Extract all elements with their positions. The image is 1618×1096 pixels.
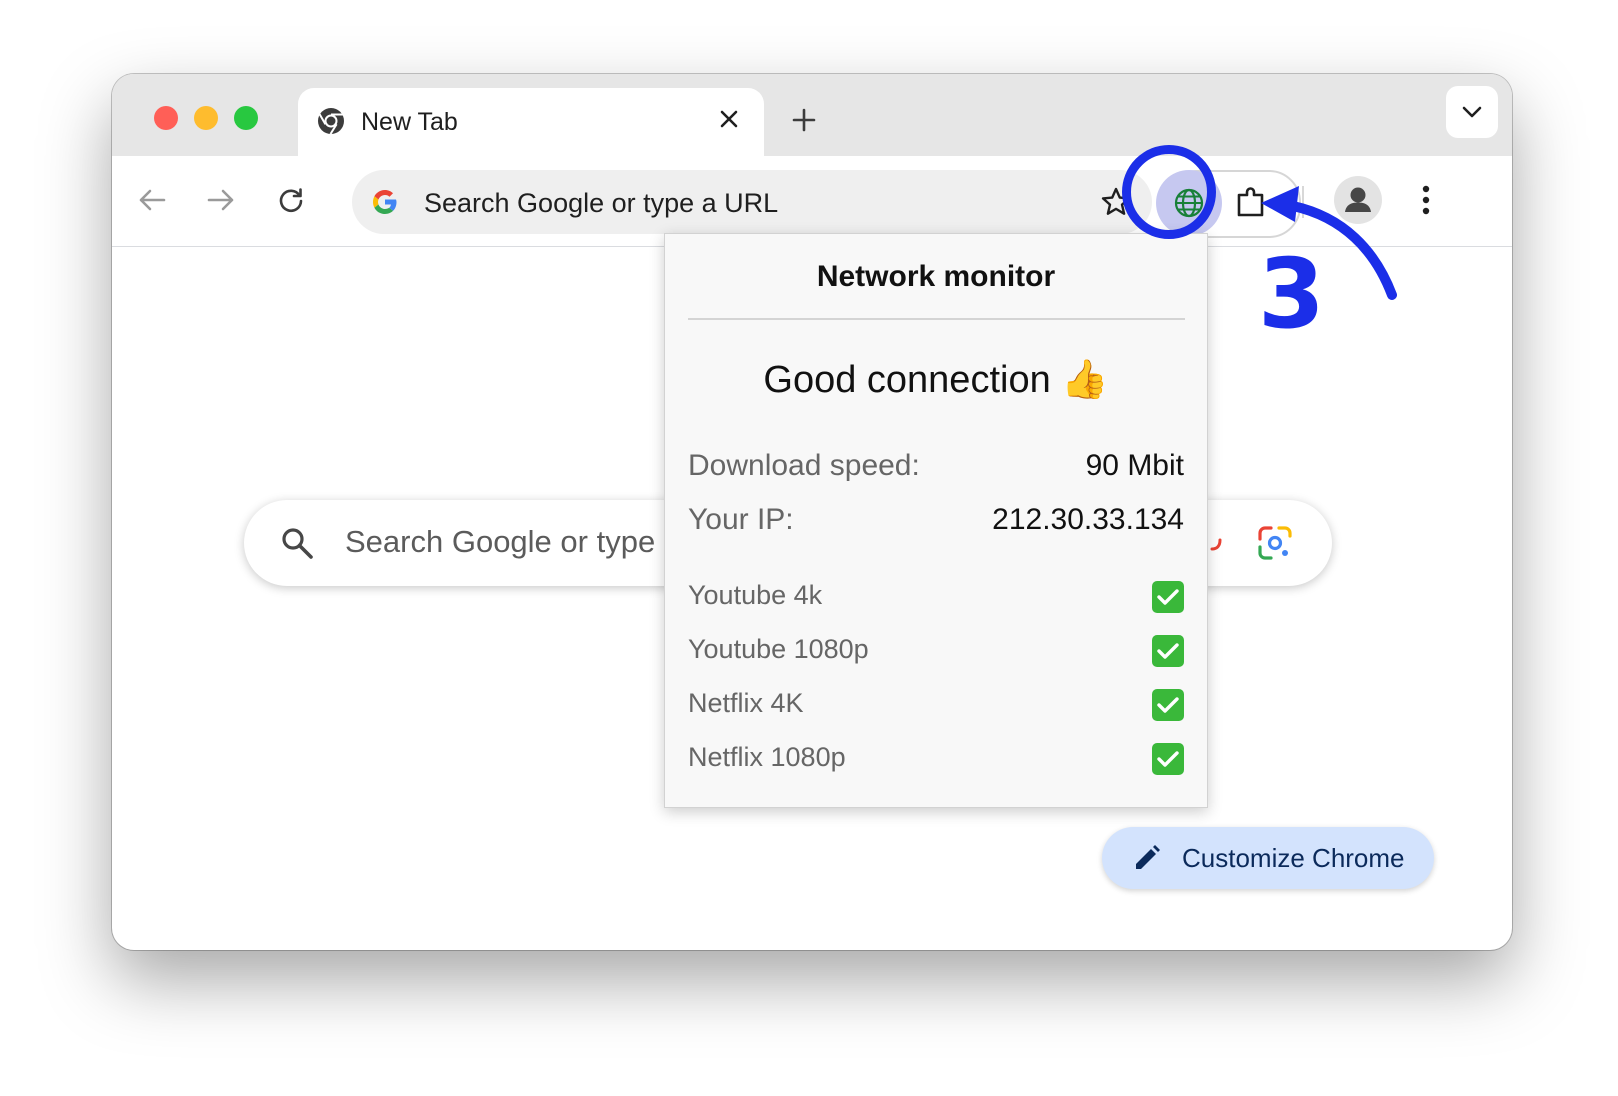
reload-icon — [279, 188, 303, 213]
customize-chrome-label: Customize Chrome — [1182, 843, 1405, 873]
forward-button[interactable] — [199, 178, 243, 222]
service-label: Youtube 4k — [688, 580, 823, 610]
ip-value: 212.30.33.134 — [992, 503, 1184, 536]
tab-strip: New Tab — [112, 74, 1512, 156]
close-icon — [720, 110, 738, 128]
popup-title: Network monitor — [816, 260, 1056, 293]
close-tab-button[interactable] — [712, 102, 746, 136]
pencil-icon — [1136, 845, 1160, 869]
google-g-icon — [373, 190, 397, 214]
back-button[interactable] — [130, 178, 174, 222]
chevron-down-icon — [1462, 106, 1482, 118]
reload-button[interactable] — [269, 178, 313, 222]
check-icon — [1152, 581, 1184, 613]
more-vert-icon — [1422, 185, 1430, 215]
annotation-highlight-ring — [1122, 145, 1216, 239]
arrow-right-icon — [207, 189, 234, 211]
service-label: Netflix 1080p — [688, 742, 846, 772]
tab-new-tab[interactable]: New Tab — [298, 88, 764, 156]
maximize-window-button[interactable] — [234, 106, 258, 130]
search-icon — [282, 528, 313, 559]
minimize-window-button[interactable] — [194, 106, 218, 130]
close-window-button[interactable] — [154, 106, 178, 130]
google-lens-icon[interactable] — [1256, 524, 1294, 562]
address-bar-text: Search Google or type a URL — [424, 188, 779, 218]
chrome-icon — [318, 108, 344, 135]
annotation-step-number: 3 — [1258, 238, 1325, 350]
new-tab-button[interactable] — [784, 100, 824, 140]
popup-divider — [688, 318, 1185, 320]
service-label: Netflix 4K — [688, 688, 804, 718]
download-speed-label: Download speed: — [688, 449, 920, 482]
check-icon — [1152, 743, 1184, 775]
ip-label: Your IP: — [688, 503, 794, 536]
customize-chrome-button[interactable]: Customize Chrome — [1102, 827, 1434, 889]
tab-title: New Tab — [361, 108, 458, 136]
check-icon — [1152, 635, 1184, 667]
check-icon — [1152, 689, 1184, 721]
tab-search-button[interactable] — [1446, 86, 1498, 138]
network-monitor-popup: Network monitor Good connection 👍 Downlo… — [664, 233, 1208, 808]
connection-status: Good connection 👍 — [763, 359, 1109, 401]
service-label: Youtube 1080p — [688, 634, 869, 664]
address-bar[interactable]: Search Google or type a URL — [352, 170, 1152, 234]
download-speed-value: 90 Mbit — [1085, 449, 1184, 482]
plus-icon — [792, 108, 816, 132]
arrow-left-icon — [139, 189, 166, 211]
